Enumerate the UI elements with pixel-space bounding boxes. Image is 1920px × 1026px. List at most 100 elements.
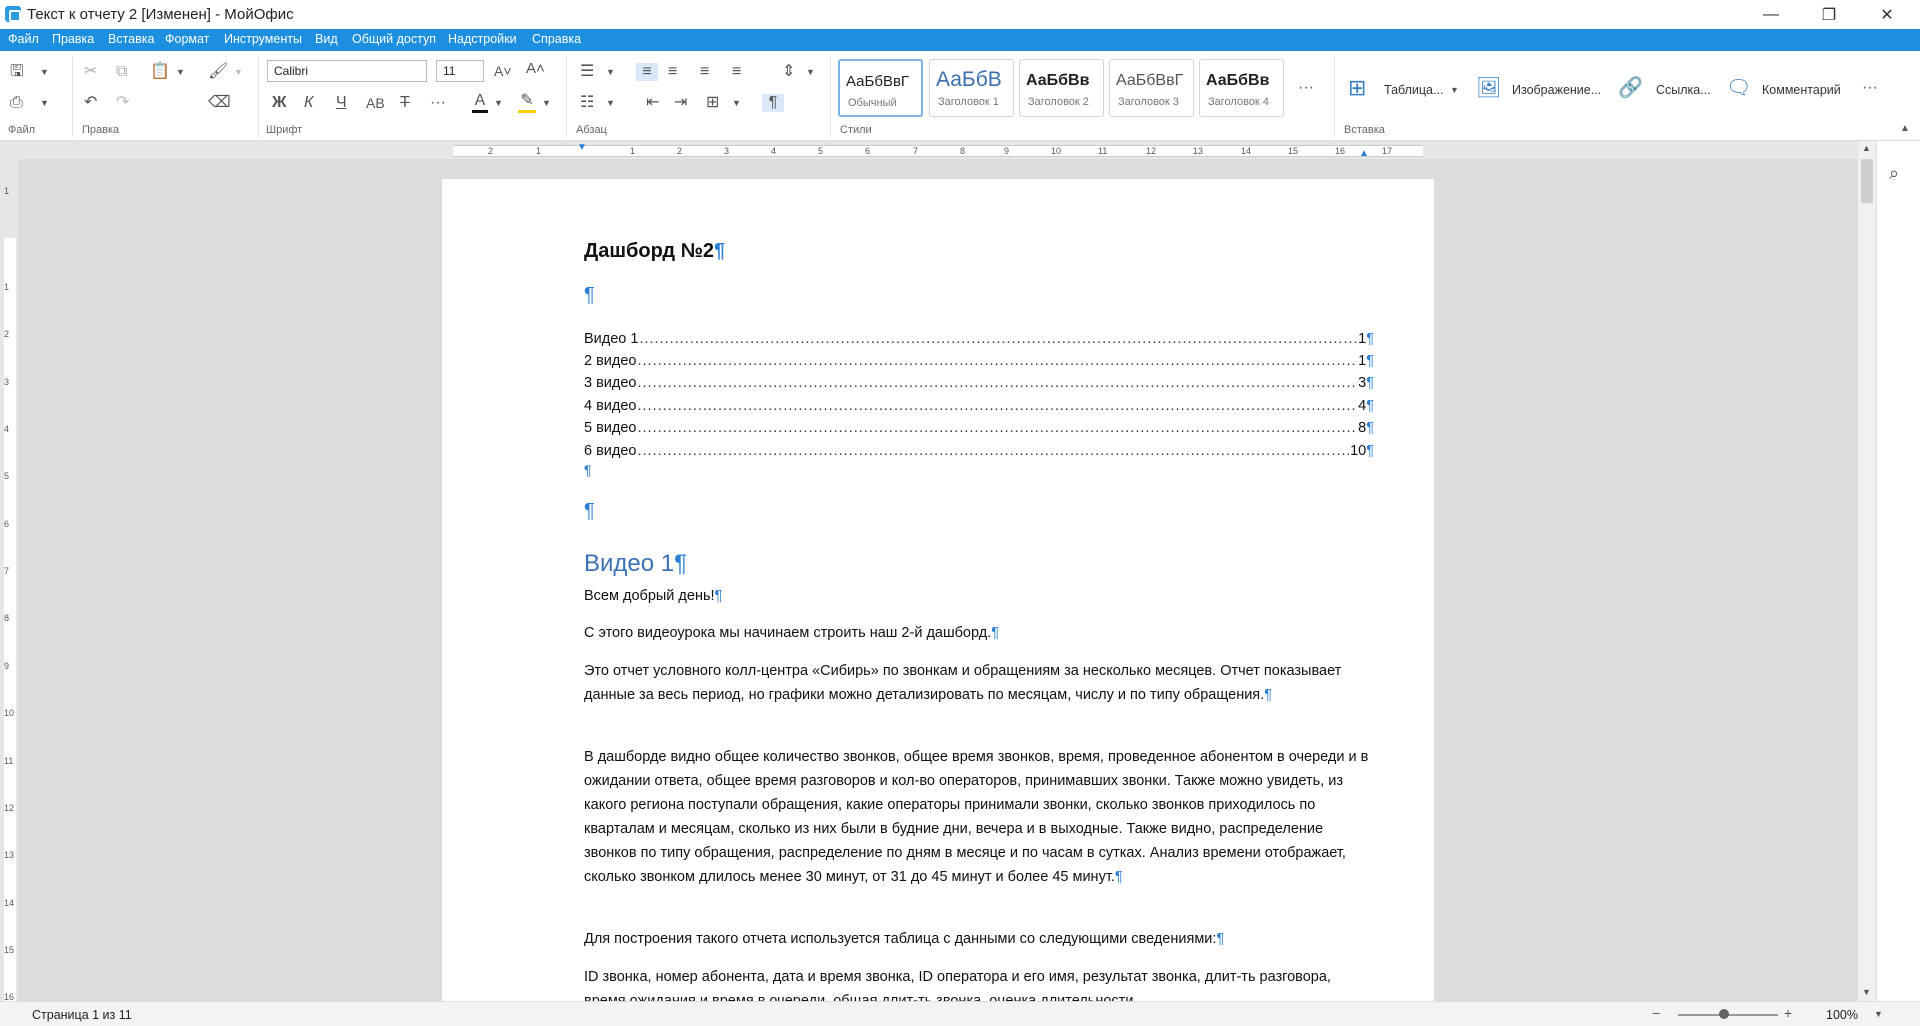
menu-file[interactable]: Файл: [8, 32, 39, 46]
indent-icon[interactable]: ⇥: [674, 94, 687, 112]
menu-addons[interactable]: Надстройки: [448, 32, 517, 46]
menu-insert[interactable]: Вставка: [108, 32, 154, 46]
undo-icon[interactable]: ↶: [84, 94, 97, 112]
paragraph[interactable]: ID звонка, номер абонента, дата и время …: [584, 965, 1374, 1001]
menu-view[interactable]: Вид: [315, 32, 338, 46]
zoom-in-button[interactable]: +: [1784, 1005, 1792, 1021]
paragraph[interactable]: Всем добрый день!¶: [584, 584, 1374, 608]
insert-image-button[interactable]: Изображение...: [1512, 83, 1601, 97]
vertical-scrollbar[interactable]: ▲ ▼: [1858, 141, 1876, 1001]
chevron-down-icon[interactable]: ▼: [606, 67, 615, 77]
bold-button[interactable]: Ж: [272, 94, 286, 112]
cut-icon[interactable]: ✂: [84, 63, 97, 81]
scroll-down-icon[interactable]: ▼: [1862, 987, 1871, 997]
toc-entry[interactable]: 2 видео.................................…: [584, 349, 1374, 369]
caps-button[interactable]: АВ: [366, 94, 385, 112]
scroll-up-icon[interactable]: ▲: [1862, 143, 1871, 153]
format-painter-icon[interactable]: 🖌: [208, 63, 228, 81]
horizontal-ruler[interactable]: 2 1 ▼ 1 2 3 4 5 6 7 8 9 10 11 12 13 14 1…: [453, 142, 1423, 159]
minimize-button[interactable]: —: [1748, 0, 1794, 29]
style-heading-1[interactable]: АаБбВ Заголовок 1: [929, 59, 1014, 117]
close-button[interactable]: ✕: [1864, 0, 1910, 29]
decrease-font-icon[interactable]: A˅: [494, 62, 512, 80]
restore-button[interactable]: ❐: [1806, 0, 1852, 29]
chevron-down-icon[interactable]: ▼: [1874, 1009, 1883, 1019]
table-icon[interactable]: ⊞: [1348, 77, 1366, 99]
outdent-icon[interactable]: ⇤: [646, 94, 659, 112]
zoom-out-button[interactable]: −: [1652, 1005, 1660, 1021]
zoom-slider-thumb[interactable]: [1719, 1009, 1729, 1019]
left-indent-marker[interactable]: ▼: [577, 142, 587, 153]
toc-entry[interactable]: 4 видео.................................…: [584, 394, 1374, 414]
empty-paragraph[interactable]: ¶: [584, 500, 595, 523]
comment-icon[interactable]: 🗨: [1726, 78, 1751, 98]
document-title[interactable]: Дашборд №2¶: [584, 240, 725, 263]
chevron-down-icon[interactable]: ▼: [176, 67, 185, 77]
insert-link-button[interactable]: Ссылка...: [1656, 83, 1711, 97]
styles-more-button[interactable]: ···: [1298, 79, 1314, 97]
insert-more-button[interactable]: ···: [1862, 79, 1878, 97]
eraser-icon[interactable]: ⌫: [208, 94, 231, 112]
heading-video-1[interactable]: Видео 1¶: [584, 550, 687, 578]
menu-edit[interactable]: Правка: [52, 32, 94, 46]
insert-table-button[interactable]: Таблица...: [1384, 83, 1443, 97]
collapse-ribbon-icon[interactable]: ▲: [1900, 123, 1910, 134]
more-font-button[interactable]: ···: [430, 94, 446, 112]
highlight-icon[interactable]: ✎: [518, 92, 536, 113]
chevron-down-icon[interactable]: ▼: [732, 98, 741, 108]
style-heading-4[interactable]: АаБбВв Заголовок 4: [1199, 59, 1284, 117]
align-center-icon[interactable]: ≡: [668, 63, 677, 81]
strikethrough-button[interactable]: Т: [400, 94, 410, 112]
save-icon[interactable]: 🖫: [10, 63, 24, 81]
copy-icon[interactable]: ⧉: [116, 63, 127, 81]
increase-font-icon[interactable]: A˄: [526, 60, 545, 78]
style-normal[interactable]: АаБбВвГ Обычный: [838, 59, 923, 117]
style-heading-2[interactable]: АаБбВв Заголовок 2: [1019, 59, 1104, 117]
chevron-down-icon[interactable]: ▼: [806, 67, 815, 77]
menu-help[interactable]: Справка: [532, 32, 581, 46]
font-size-combo[interactable]: 11: [436, 60, 484, 82]
style-heading-3[interactable]: АаБбВвГ Заголовок 3: [1109, 59, 1194, 117]
italic-button[interactable]: К: [304, 94, 313, 112]
font-name-combo[interactable]: Calibri: [267, 60, 427, 82]
menu-sharing[interactable]: Общий доступ: [352, 32, 436, 46]
toc-entry[interactable]: 6 видео.................................…: [584, 439, 1374, 459]
chevron-down-icon[interactable]: ▼: [40, 98, 49, 108]
show-formatting-icon[interactable]: ¶: [762, 94, 784, 112]
paragraph[interactable]: В дашборде видно общее количество звонко…: [584, 745, 1374, 889]
right-indent-marker[interactable]: ▲: [1359, 148, 1369, 159]
redo-icon[interactable]: ↷: [116, 94, 129, 112]
image-icon[interactable]: 🖼: [1476, 78, 1501, 98]
bullet-list-icon[interactable]: ☰: [580, 63, 594, 81]
paste-icon[interactable]: 📋: [150, 63, 170, 81]
font-color-button[interactable]: A: [472, 92, 488, 113]
empty-paragraph[interactable]: ¶: [584, 462, 592, 478]
chevron-down-icon[interactable]: ▼: [40, 67, 49, 77]
chevron-down-icon[interactable]: ▼: [606, 98, 615, 108]
insert-comment-button[interactable]: Комментарий: [1762, 83, 1841, 97]
search-icon[interactable]: ⌕: [1889, 163, 1899, 184]
empty-paragraph[interactable]: ¶: [584, 284, 595, 307]
chevron-down-icon[interactable]: ▼: [542, 98, 551, 108]
spacing-icon[interactable]: ⊞: [706, 94, 719, 112]
menu-format[interactable]: Формат: [165, 32, 209, 46]
chevron-down-icon[interactable]: ▼: [234, 67, 243, 77]
link-icon[interactable]: 🔗: [1618, 78, 1643, 98]
vertical-ruler[interactable]: 1 1 2 3 4 5 6 7 8 9 10 11 12 13 14 15 16: [0, 159, 18, 1002]
paragraph[interactable]: Это отчет условного колл-центра «Сибирь»…: [584, 659, 1374, 707]
toc-entry[interactable]: Видео 1.................................…: [584, 327, 1374, 347]
align-right-icon[interactable]: ≡: [700, 63, 709, 81]
chevron-down-icon[interactable]: ▼: [1450, 85, 1459, 95]
toc-entry[interactable]: 5 видео.................................…: [584, 416, 1374, 436]
zoom-level[interactable]: 100%: [1826, 1008, 1858, 1022]
align-left-icon[interactable]: ≡: [636, 63, 658, 81]
line-spacing-icon[interactable]: ⇕: [782, 63, 795, 81]
print-icon[interactable]: ⎙: [10, 94, 23, 112]
numbered-list-icon[interactable]: ☷: [580, 94, 594, 112]
menu-tools[interactable]: Инструменты: [224, 32, 302, 46]
scrollbar-thumb[interactable]: [1861, 159, 1873, 203]
paragraph[interactable]: С этого видеоурока мы начинаем строить н…: [584, 621, 1374, 645]
justify-icon[interactable]: ≡: [732, 63, 741, 81]
paragraph[interactable]: Для построения такого отчета используетс…: [584, 927, 1374, 951]
underline-button[interactable]: Ч: [336, 94, 347, 112]
